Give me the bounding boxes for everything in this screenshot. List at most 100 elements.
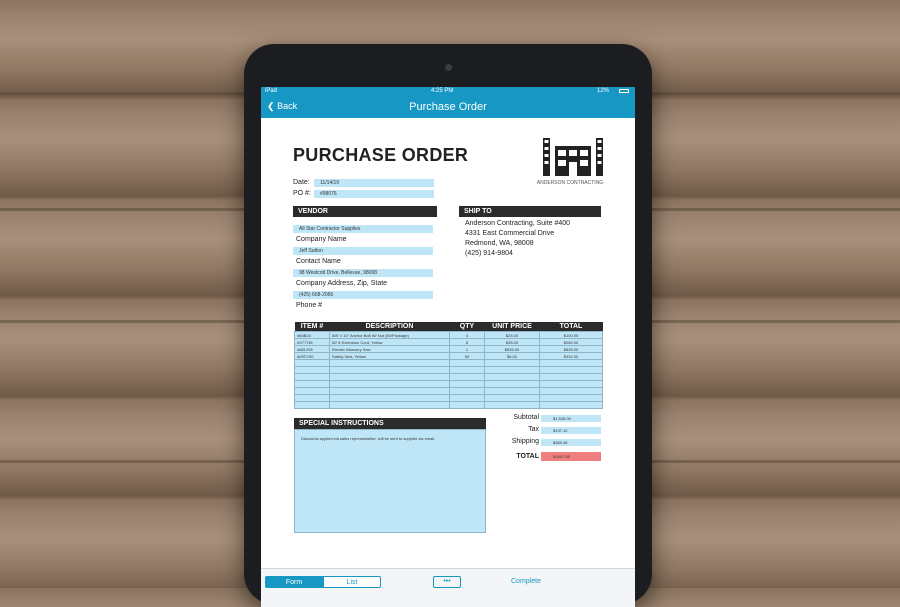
- total-value: $1997.58: [541, 452, 601, 461]
- nav-title: Purchase Order: [409, 101, 487, 113]
- items-table: ITEM # DESCRIPTION QTY UNIT PRICE TOTAL #84B…: [294, 322, 603, 409]
- table-row: [294, 401, 603, 409]
- battery-icon: [619, 89, 629, 93]
- form-tab[interactable]: Form: [265, 576, 323, 588]
- vendor-address-field[interactable]: 98 Westcott Drive, Bellevue, 98008: [293, 269, 433, 277]
- phone-label: Phone #: [296, 302, 323, 309]
- table-cell[interactable]: [294, 387, 330, 395]
- vendor-phone-field[interactable]: (425) 668-2056: [293, 291, 433, 299]
- table-row: #881208 Electric Masonry Saw 1 $835.00 $835.…: [294, 345, 603, 353]
- vendor-header: VENDOR: [293, 206, 437, 217]
- table-cell[interactable]: [449, 394, 485, 402]
- po-label: PO #:: [293, 190, 311, 197]
- table-cell[interactable]: [449, 401, 485, 409]
- table-cell[interactable]: [294, 373, 330, 381]
- tax-label: Tax: [528, 426, 539, 433]
- table-row: [294, 380, 603, 388]
- vendor-contact-field[interactable]: Jeff Sutton: [293, 247, 433, 255]
- table-row: [294, 359, 603, 367]
- table-cell[interactable]: [539, 380, 603, 388]
- vendor-company-field[interactable]: All Star Contractor Supplies: [293, 225, 433, 233]
- app-screen: iPad 4:25 PM 12% ❮ Back Purchase Order P…: [261, 87, 635, 607]
- table-cell[interactable]: [294, 394, 330, 402]
- table-cell[interactable]: [484, 366, 540, 374]
- table-cell[interactable]: [329, 380, 450, 388]
- table-cell[interactable]: [294, 401, 330, 409]
- table-cell[interactable]: 50' ft Extension Cord, Yellow: [329, 338, 450, 346]
- table-cell[interactable]: [449, 387, 485, 395]
- contact-name-label: Contact Name: [296, 258, 341, 265]
- table-cell[interactable]: [539, 366, 603, 374]
- tax-value: $137.12: [541, 427, 601, 434]
- table-cell[interactable]: [449, 366, 485, 374]
- device-label: iPad: [265, 88, 278, 94]
- table-cell[interactable]: [329, 394, 450, 402]
- page-title: PURCHASE ORDER: [293, 145, 469, 165]
- table-cell[interactable]: [329, 373, 450, 381]
- ship-to-line: (425) 914-9804: [465, 250, 513, 257]
- table-cell[interactable]: #99TC90: [294, 352, 330, 360]
- table-cell[interactable]: $330.00: [539, 352, 603, 360]
- table-cell[interactable]: [449, 359, 485, 367]
- date-field[interactable]: 11/14/19: [314, 179, 434, 187]
- table-cell[interactable]: [294, 359, 330, 367]
- table-cell[interactable]: [329, 366, 450, 374]
- battery-level: 12%: [597, 88, 610, 94]
- table-cell[interactable]: Electric Masonry Saw: [329, 345, 450, 353]
- table-cell[interactable]: 4: [449, 331, 485, 339]
- table-cell[interactable]: #X77761: [294, 338, 330, 346]
- table-cell[interactable]: [484, 394, 540, 402]
- shipping-value: $365.46: [541, 439, 601, 446]
- table-cell[interactable]: [539, 373, 603, 381]
- table-cell[interactable]: [449, 380, 485, 388]
- table-row: [294, 387, 603, 395]
- items-column-header: TOTAL: [539, 322, 603, 332]
- special-instructions-field[interactable]: Discounts applied via sales representati…: [294, 429, 486, 533]
- table-cell[interactable]: 5/8" x 10" Anchor Bolt W/ Nut (50/Packag…: [329, 331, 450, 339]
- table-cell[interactable]: [329, 401, 450, 409]
- table-cell[interactable]: [329, 359, 450, 367]
- status-time: 4:25 PM: [431, 88, 454, 94]
- table-cell[interactable]: [484, 401, 540, 409]
- company-logo-text: ANDERSON CONTRACTING: [536, 180, 604, 186]
- table-cell[interactable]: [539, 401, 603, 409]
- items-column-header: QTY: [449, 322, 485, 332]
- table-row: [294, 366, 603, 374]
- table-cell[interactable]: Safety Vest, Yellow: [329, 352, 450, 360]
- table-cell[interactable]: 8: [449, 338, 485, 346]
- table-row: #99TC90 Safety Vest, Yellow 50 $6.00 $330.00: [294, 352, 603, 360]
- table-cell[interactable]: 1: [449, 345, 485, 353]
- po-number-field[interactable]: #98076: [314, 190, 434, 198]
- ship-to-address: Anderson Contracting, Suite #400 4331 Ea…: [465, 219, 570, 259]
- table-cell[interactable]: 50: [449, 352, 485, 360]
- table-cell[interactable]: #881208: [294, 345, 330, 353]
- ship-to-line: Anderson Contracting, Suite #400: [465, 220, 571, 227]
- list-tab[interactable]: List: [323, 576, 381, 588]
- table-cell[interactable]: [449, 373, 485, 381]
- table-cell[interactable]: [484, 359, 540, 367]
- status-bar: iPad 4:25 PM 12%: [261, 87, 635, 97]
- table-cell[interactable]: $835.00: [539, 345, 603, 353]
- table-cell[interactable]: #84B24: [294, 331, 330, 339]
- table-cell[interactable]: [294, 380, 330, 388]
- items-column-header: ITEM #: [294, 322, 330, 332]
- table-cell[interactable]: [484, 387, 540, 395]
- table-cell[interactable]: [294, 366, 330, 374]
- table-cell[interactable]: [539, 387, 603, 395]
- more-options-button[interactable]: •••: [433, 576, 461, 588]
- table-cell[interactable]: $280.00: [539, 338, 603, 346]
- table-cell[interactable]: [484, 380, 540, 388]
- table-cell[interactable]: [539, 359, 603, 367]
- company-logo-icon: [543, 138, 603, 176]
- company-address-label: Company Address, Zip, State: [296, 280, 388, 287]
- table-cell[interactable]: $25.00: [484, 331, 540, 339]
- table-cell[interactable]: $35.00: [484, 338, 540, 346]
- complete-button[interactable]: Complete: [511, 578, 541, 585]
- table-cell[interactable]: $100.00: [539, 331, 603, 339]
- table-cell[interactable]: [539, 394, 603, 402]
- table-cell[interactable]: $835.00: [484, 345, 540, 353]
- table-cell[interactable]: $6.00: [484, 352, 540, 360]
- table-cell[interactable]: [484, 373, 540, 381]
- table-cell[interactable]: [329, 387, 450, 395]
- subtotal-value: $1,545.00: [541, 415, 601, 422]
